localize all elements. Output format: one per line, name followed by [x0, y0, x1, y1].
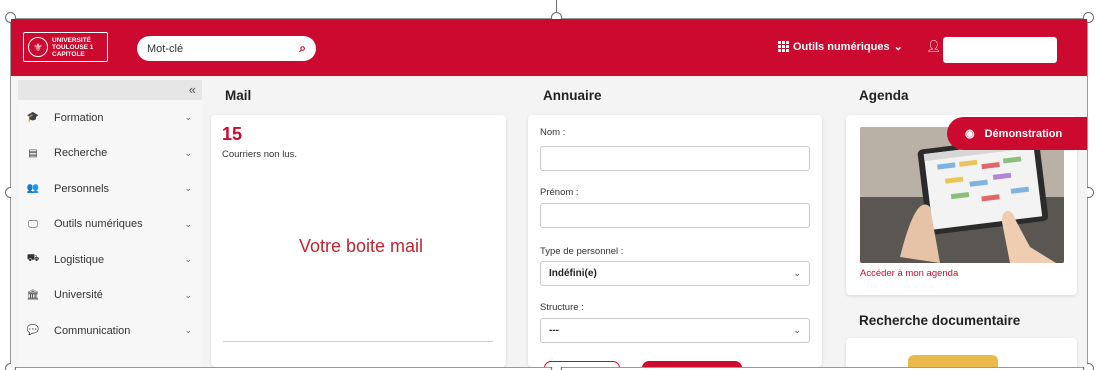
sidebar-item-label: Formation — [54, 111, 104, 124]
comments-icon: 💬 — [26, 325, 40, 337]
sidebar-collapse-bar: « — [18, 80, 202, 100]
search-button[interactable] — [642, 361, 742, 367]
logo-text: UNIVERSITÉ TOULOUSE 1 CAPITOLE — [52, 36, 94, 58]
nom-label: Nom : — [540, 127, 566, 138]
type-personnel-label: Type de personnel : — [540, 246, 624, 257]
sidebar-item-label: Recherche — [54, 147, 108, 160]
prenom-field[interactable] — [540, 203, 810, 228]
sidebar-item-communication[interactable]: 💬 Communication ⌄ — [18, 313, 202, 349]
university-logo[interactable]: ⚜ UNIVERSITÉ TOULOUSE 1 CAPITOLE — [23, 32, 108, 62]
user-icon: 👤︎ — [926, 39, 942, 53]
chevron-down-icon: ⌄ — [184, 254, 192, 265]
mailbox-placeholder-text: Votre boite mail — [298, 236, 424, 256]
chevron-down-icon: ⌄ — [184, 147, 192, 158]
sidebar-item-label: Outils numériques — [54, 218, 143, 231]
sidebar-item-label: Personnels — [54, 182, 110, 195]
mail-card: 15 Courriers non lus. Votre boite mail — [211, 115, 506, 367]
tools-menu-label: Outils numériques — [793, 40, 890, 53]
eye-icon: ◉ — [965, 128, 975, 140]
university-icon: 🏛 — [26, 289, 40, 301]
chevron-down-icon: ⌄ — [184, 218, 192, 229]
sidebar-item-formation[interactable]: 🎓 Formation ⌄ — [18, 100, 202, 136]
directory-card: Nom : Prénom : Type de personnel : Indéf… — [528, 115, 822, 367]
chevron-down-icon: ⌄ — [893, 41, 903, 53]
collapse-icon[interactable]: « — [189, 82, 196, 97]
top-bar: ⚜ UNIVERSITÉ TOULOUSE 1 CAPITOLE ⌕ Outil… — [11, 19, 1087, 76]
sidebar-item-label: Université — [54, 289, 103, 302]
mail-section-title: Mail — [225, 88, 252, 103]
sidebar-item-universite[interactable]: 🏛 Université ⌄ — [18, 278, 202, 314]
type-personnel-value: Indéfini(e) — [549, 268, 597, 279]
book-icon: ▤ — [28, 147, 38, 159]
rotation-handle-line — [556, 0, 557, 12]
folder-image — [908, 355, 998, 367]
prenom-label: Prénom : — [540, 187, 579, 198]
reset-button[interactable] — [544, 361, 620, 367]
chevron-down-icon: ⌄ — [793, 325, 801, 335]
chevron-down-icon: ⌄ — [793, 268, 801, 278]
agenda-link[interactable]: Accéder à mon agenda — [860, 268, 958, 279]
intranet-app: ⚜ UNIVERSITÉ TOULOUSE 1 CAPITOLE ⌕ Outil… — [11, 19, 1087, 367]
docs-card — [846, 338, 1077, 367]
sidebar-item-label: Communication — [54, 324, 131, 337]
structure-label: Structure : — [540, 302, 584, 313]
unread-label: Courriers non lus. — [222, 149, 297, 160]
seal-icon: ⚜ — [28, 37, 48, 57]
annuaire-section-title: Annuaire — [543, 88, 602, 103]
sidebar-item-label: Logistique — [54, 253, 105, 266]
divider — [223, 341, 493, 342]
search-icon[interactable]: ⌕ — [299, 41, 306, 56]
chevron-down-icon: ⌄ — [184, 112, 192, 123]
users-icon: 👥 — [26, 183, 40, 195]
chevron-down-icon: ⌄ — [184, 325, 192, 336]
sidebar: « 🎓 Formation ⌄ ▤ Recherche ⌄ 👥 Personne… — [18, 80, 202, 367]
sidebar-item-outils-numeriques[interactable]: 🖵 Outils numériques ⌄ — [18, 207, 202, 243]
monitor-icon: 🖵 — [28, 218, 38, 230]
structure-value: --- — [549, 325, 559, 336]
unread-count: 15 — [222, 124, 243, 144]
search-input[interactable] — [147, 42, 277, 55]
grid-icon — [778, 41, 789, 52]
type-personnel-select[interactable]: Indéfini(e) ⌄ — [540, 261, 810, 286]
dolly-icon: ⛟ — [26, 253, 40, 265]
docs-section-title: Recherche documentaire — [859, 313, 1021, 328]
agenda-section-title: Agenda — [859, 88, 909, 103]
nom-field[interactable] — [540, 146, 810, 171]
chevron-down-icon: ⌄ — [184, 289, 192, 300]
graduation-cap-icon: 🎓 — [26, 112, 40, 124]
search-box: ⌕ — [137, 36, 316, 61]
chevron-down-icon: ⌄ — [184, 183, 192, 194]
demo-button[interactable]: ◉ Démonstration — [947, 117, 1087, 150]
sidebar-item-personnels[interactable]: 👥 Personnels ⌄ — [18, 171, 202, 207]
sidebar-item-logistique[interactable]: ⛟ Logistique ⌄ — [18, 242, 202, 278]
structure-select[interactable]: --- ⌄ — [540, 318, 810, 343]
sidebar-item-recherche[interactable]: ▤ Recherche ⌄ — [18, 136, 202, 172]
user-name-field[interactable] — [943, 37, 1057, 63]
tools-menu[interactable]: Outils numériques ⌄ — [778, 40, 903, 53]
demo-button-label: Démonstration — [984, 127, 1063, 140]
